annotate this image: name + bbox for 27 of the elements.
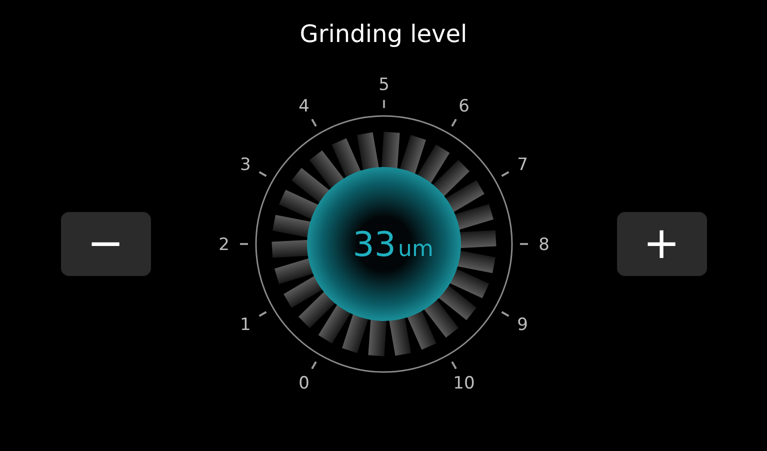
tick-mark bbox=[520, 243, 528, 245]
decrease-button[interactable]: − bbox=[60, 212, 150, 276]
scale-label: 3 bbox=[240, 155, 250, 175]
tick-mark bbox=[258, 171, 266, 177]
scale-label: 7 bbox=[516, 155, 528, 175]
scale-label: 6 bbox=[458, 96, 469, 116]
increase-button[interactable]: + bbox=[616, 212, 706, 276]
tick-mark bbox=[500, 171, 509, 177]
scale-label: 4 bbox=[298, 96, 309, 116]
scale-label: 8 bbox=[538, 235, 549, 255]
tick-mark bbox=[258, 311, 266, 317]
tick-mark bbox=[310, 118, 316, 127]
tick-mark bbox=[310, 361, 316, 370]
grind-value: 33 bbox=[352, 225, 396, 265]
grind-unit: um bbox=[398, 237, 433, 262]
scale-label: 1 bbox=[240, 315, 250, 335]
scale-label: 10 bbox=[452, 374, 474, 394]
screen-title: Grinding level bbox=[300, 19, 468, 50]
tick-mark bbox=[450, 361, 456, 370]
scale-label: 0 bbox=[298, 374, 309, 394]
tick-mark bbox=[382, 100, 384, 108]
scale-label: 5 bbox=[378, 75, 389, 95]
scale-label: 2 bbox=[218, 235, 229, 255]
tick-mark bbox=[450, 118, 456, 127]
tick-mark bbox=[500, 311, 509, 317]
tick-mark bbox=[240, 243, 248, 245]
scale-label: 9 bbox=[516, 315, 528, 335]
